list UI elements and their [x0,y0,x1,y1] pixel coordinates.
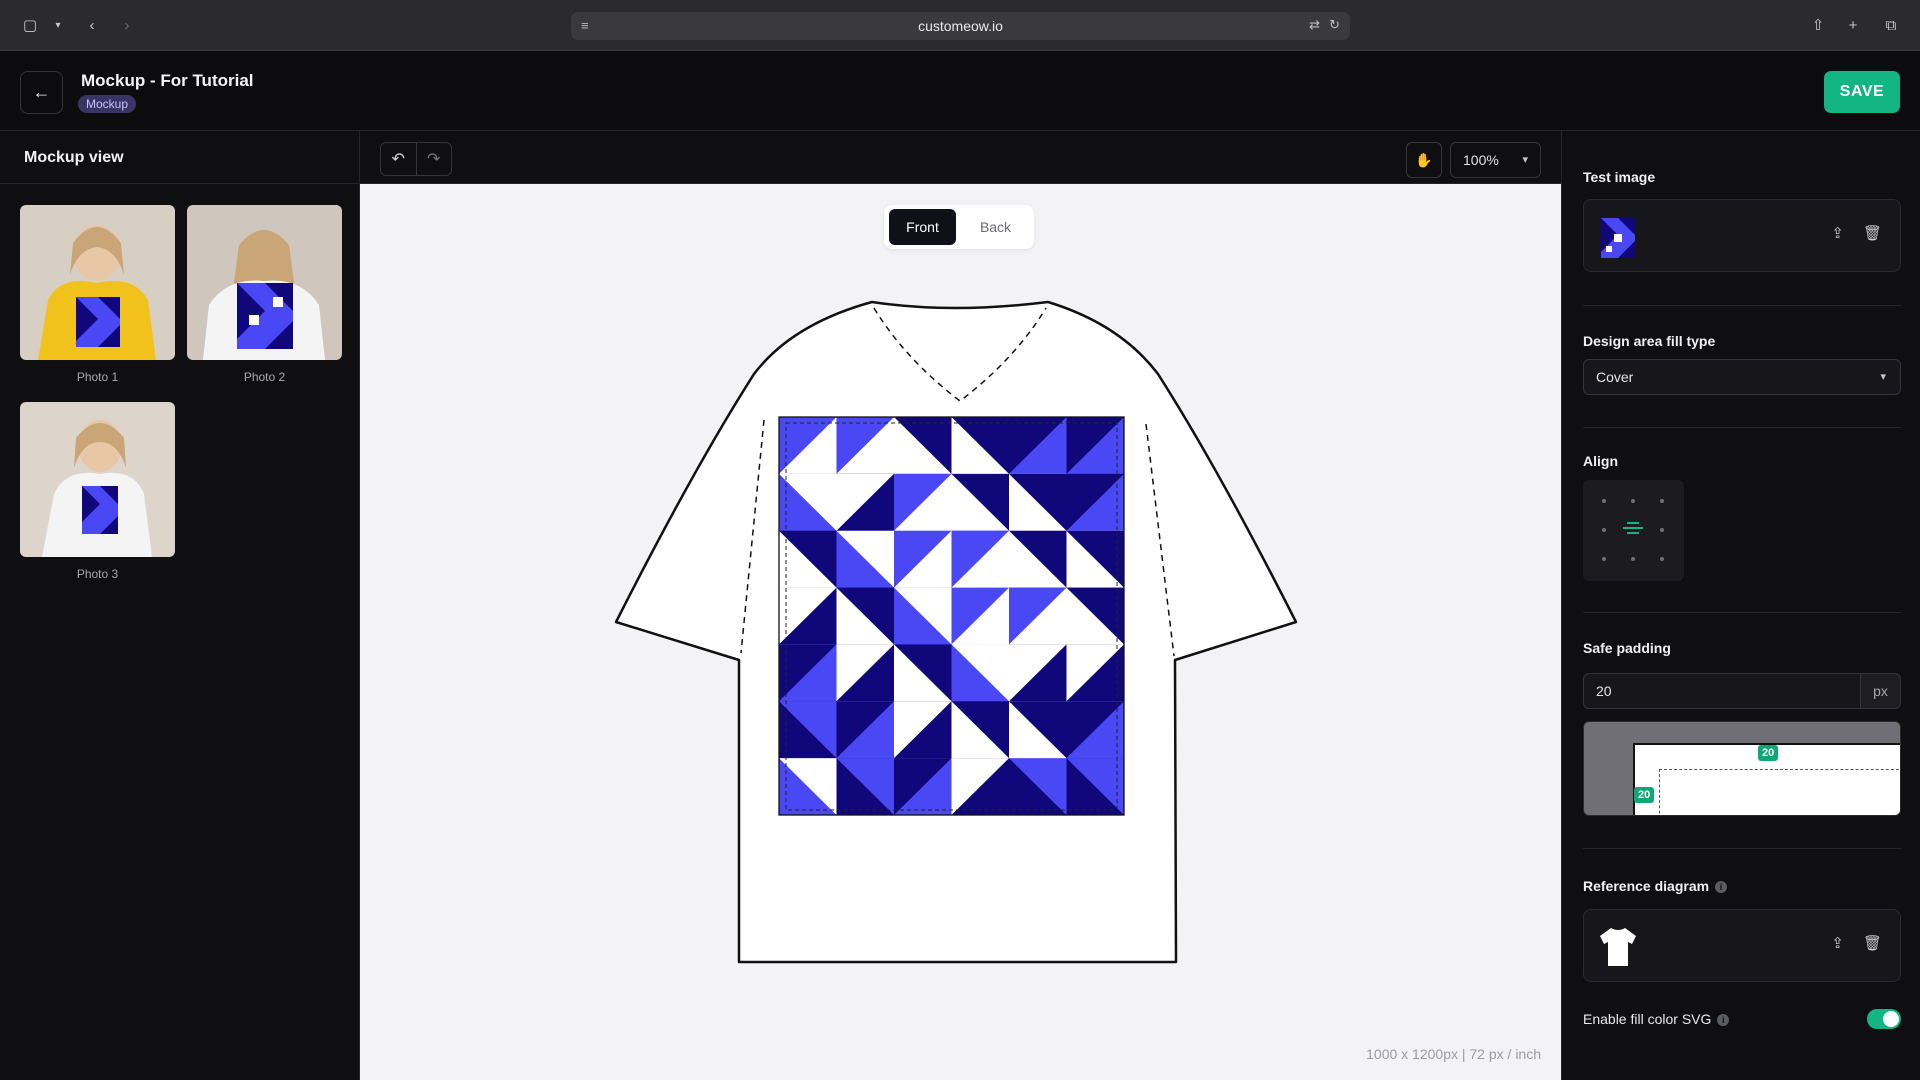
back-arrow-icon[interactable]: ‹ [80,13,104,37]
preview-safe-line [1659,769,1900,815]
design-print-area[interactable] [779,417,1125,816]
reference-thumbnail [1596,922,1640,972]
trash-icon[interactable]: 🗑 [1863,224,1882,242]
settings-panel: Test image ⇪ 🗑 Design area fill type Cov… [1561,131,1920,1080]
share-icon[interactable]: ⇧ [1806,13,1830,37]
align-label: Align [1583,453,1618,469]
chevron-down-icon: ▾ [1522,154,1528,166]
photo-label-2: Photo 2 [243,370,286,384]
fill-type-select[interactable]: Cover ▾ [1583,359,1901,395]
align-bottom-center[interactable] [1631,557,1635,561]
upload-icon[interactable]: ⇪ [1831,224,1844,242]
editor-canvas[interactable]: Front Back 1000 x 1200px | 72 px / inch [360,184,1561,1080]
align-bottom-right[interactable] [1660,557,1664,561]
fill-type-value: Cover [1596,369,1634,385]
page-title: Mockup - For Tutorial [81,71,254,90]
align-top-center[interactable] [1631,499,1635,503]
pan-hand-icon[interactable]: ✋ [1406,142,1442,178]
reference-diagram-text: Reference diagram [1583,878,1710,894]
align-top-right[interactable] [1660,499,1664,503]
type-badge: Mockup [78,95,137,113]
test-image-thumbnail [1596,212,1640,262]
section-divider [1583,612,1901,613]
section-divider [1583,427,1901,428]
section-divider [1583,848,1901,849]
preview-top-value: 20 [1758,745,1779,761]
photo-thumbnail-3[interactable] [20,402,175,557]
undo-icon[interactable]: ↶ [381,143,416,175]
back-button[interactable]: ← [20,71,63,114]
fill-color-row: Enable fill color SVG i [1583,1009,1901,1029]
arrow-left-icon: ← [32,82,51,102]
save-button[interactable]: SAVE [1824,71,1900,113]
site-settings-icon[interactable]: ≡ [581,18,589,33]
photo-label-3: Photo 3 [76,567,119,581]
upload-icon[interactable]: ⇪ [1831,934,1844,952]
mockup-view-panel: Mockup view Photo 1 Photo 2 Photo 3 [0,131,360,1080]
reload-icon[interactable]: ↻ [1329,17,1340,33]
align-middle-left[interactable] [1602,528,1606,532]
forward-arrow-icon[interactable]: › [115,13,139,37]
test-image-card: ⇪ 🗑 [1583,199,1901,272]
safe-padding-input[interactable]: 20 [1583,673,1861,709]
zoom-select[interactable]: 100% ▾ [1450,142,1541,178]
info-icon[interactable]: i [1715,881,1728,894]
history-controls: ↶ ↷ [380,142,452,176]
align-grid[interactable] [1583,480,1684,581]
info-icon[interactable]: i [1717,1014,1730,1027]
translate-icon[interactable]: ⇄ [1309,17,1320,33]
align-middle-right[interactable] [1660,528,1664,532]
app-header: ← Mockup - For Tutorial Mockup SAVE [0,51,1920,131]
chevron-down-icon[interactable]: ▾ [46,13,70,37]
safe-padding-unit: px [1861,673,1901,709]
photo-thumbnail-1[interactable] [20,205,175,360]
test-image-label: Test image [1583,169,1656,185]
fill-type-label: Design area fill type [1583,333,1716,349]
panel-title: Mockup view [0,131,359,184]
sidebar-toggle-icon[interactable]: ▢ [18,13,42,37]
photo-thumbnail-2[interactable] [187,205,342,360]
fill-color-label: Enable fill color SVG [1583,1011,1712,1027]
tshirt-mockup [614,300,1298,964]
align-bottom-left[interactable] [1602,557,1606,561]
url-text: customeow.io [918,18,1003,34]
fill-color-toggle[interactable] [1867,1009,1901,1029]
preview-left-value: 20 [1634,787,1655,803]
zoom-value: 100% [1463,152,1499,168]
redo-icon[interactable]: ↷ [415,143,452,175]
address-bar[interactable]: ≡ customeow.io ⇄ ↻ [571,12,1350,40]
section-divider [1583,305,1901,306]
safe-padding-preview: 20 20 [1583,721,1901,816]
trash-icon[interactable]: 🗑 [1863,934,1882,952]
safe-padding-label: Safe padding [1583,640,1671,656]
new-tab-icon[interactable]: + [1841,13,1865,37]
photo-label-1: Photo 1 [76,370,119,384]
reference-diagram-card: ⇪ 🗑 [1583,909,1901,982]
chevron-down-icon: ▾ [1880,371,1886,383]
canvas-dimensions: 1000 x 1200px | 72 px / inch [1366,1046,1541,1062]
reference-diagram-label: Reference diagram i [1583,878,1728,894]
align-center-active-icon[interactable] [1623,522,1643,538]
canvas-toolbar: ↶ ↷ ✋ 100% ▾ [360,131,1561,184]
tabs-overview-icon[interactable]: ⧉ [1879,13,1903,37]
browser-toolbar: ▢ ▾ ‹ › ≡ customeow.io ⇄ ↻ ⇧ + ⧉ [0,0,1920,51]
align-top-left[interactable] [1602,499,1606,503]
